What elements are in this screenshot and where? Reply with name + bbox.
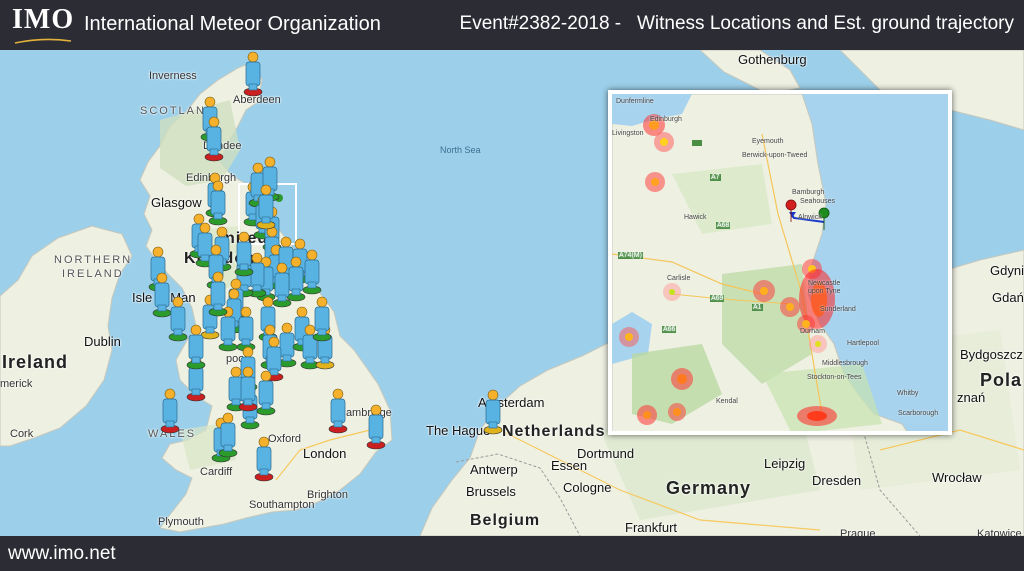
label-belgium: Belgium	[470, 512, 541, 529]
inset-label-hawick: Hawick	[684, 214, 707, 221]
inset-road-a7: A7	[710, 174, 721, 181]
inset-road-a69: A69	[710, 295, 725, 302]
label-antwerp: Antwerp	[470, 462, 518, 477]
inset-label-middlesbrough: Middlesbrough	[822, 360, 868, 367]
inset-label-dunfermline: Dunfermline	[616, 98, 654, 105]
label-gdansk: Gdań	[992, 290, 1024, 305]
label-dresden: Dresden	[812, 473, 862, 488]
inset-label-edinburgh: Edinburgh	[650, 116, 682, 123]
website-url[interactable]: www.imo.net	[8, 543, 116, 565]
inset-label-newcastle-1: Newcastle	[808, 280, 841, 287]
label-glasgow: Glasgow	[151, 195, 202, 210]
label-wroclaw: Wrocław	[932, 470, 982, 485]
inset-label-eyemouth: Eyemouth	[752, 138, 784, 145]
inset-label-stockton: Stockton-on-Tees	[807, 374, 862, 381]
label-poland: Pola	[980, 370, 1023, 390]
event-title: Event#2382-2018 - Witness Locations and …	[459, 13, 1014, 34]
label-the-hague: The Hague	[426, 423, 491, 438]
inset-base-layer	[612, 94, 908, 431]
witness-marker-icon[interactable]	[234, 231, 254, 277]
inset-label-sunderland: Sunderland	[820, 306, 856, 313]
imo-logo: IMO	[12, 4, 75, 35]
inset-road-a1: A1	[752, 304, 763, 311]
label-dublin: Dublin	[84, 334, 121, 349]
witness-marker-icon[interactable]	[208, 271, 228, 317]
inset-label-whitby: Whitby	[897, 390, 919, 397]
inset-label-scarborough: Scarborough	[898, 410, 939, 417]
label-gothenburg: Gothenburg	[738, 52, 807, 67]
label-brussels: Brussels	[466, 484, 516, 499]
inset-label-berwick: Berwick-upon-Tweed	[742, 152, 808, 159]
witness-marker-icon[interactable]	[366, 404, 386, 450]
label-frankfurt: Frankfurt	[625, 520, 678, 535]
label-inverness: Inverness	[149, 70, 197, 82]
label-southampton: Southampton	[249, 499, 315, 511]
witness-marker-icon[interactable]	[218, 412, 238, 458]
organization-name: International Meteor Organization	[84, 13, 381, 35]
inset-road-a66: A66	[662, 326, 677, 333]
witness-marker-icon[interactable]	[243, 51, 263, 97]
witness-marker-icon[interactable]	[483, 389, 503, 435]
label-germany: Germany	[666, 478, 752, 498]
footer-bar: www.imo.net	[0, 536, 1024, 571]
label-katowice: Katowice	[977, 528, 1022, 536]
witness-marker-icon[interactable]	[204, 116, 224, 162]
label-cork: Cork	[10, 428, 34, 440]
label-northern-ireland-1: NORTHERN	[54, 254, 133, 266]
inset-label-bamburgh: Bamburgh	[792, 189, 825, 196]
witness-marker-icon[interactable]	[256, 370, 276, 416]
label-plymouth: Plymouth	[158, 516, 204, 528]
inset-label-hartlepool: Hartlepool	[847, 340, 879, 347]
header-bar: IMO International Meteor Organization Ev…	[0, 0, 1024, 50]
logo-swoosh-icon	[14, 38, 72, 44]
witness-marker-icon[interactable]	[238, 366, 258, 412]
witness-marker-icon[interactable]	[312, 296, 332, 342]
label-essen: Essen	[551, 458, 588, 473]
label-cologne: Cologne	[563, 480, 612, 495]
inset-road-a68: A68	[716, 222, 731, 229]
witness-marker-icon[interactable]	[328, 388, 348, 434]
label-poznan: znań	[957, 390, 986, 405]
label-bydgoszcz: Bydgoszcz	[960, 347, 1023, 362]
witness-marker-icon[interactable]	[168, 296, 188, 342]
inset-road-a74m: A74(M)	[618, 252, 643, 259]
inset-label-carlisle: Carlisle	[667, 275, 691, 282]
label-northern-ireland-2: IRELAND	[62, 268, 124, 280]
label-netherlands: Netherlands	[502, 423, 606, 440]
label-leipzig: Leipzig	[764, 456, 806, 471]
inset-label-kendal: Kendal	[716, 398, 738, 405]
imo-event-graphic: IMO International Meteor Organization Ev…	[0, 0, 1024, 571]
inset-label-livingston: Livingston	[612, 130, 644, 137]
label-london: London	[303, 446, 347, 461]
label-ireland: Ireland	[2, 352, 69, 372]
witness-marker-icon[interactable]	[256, 184, 276, 230]
witness-marker-icon[interactable]	[254, 436, 274, 482]
label-cardiff: Cardiff	[200, 466, 233, 478]
label-limerick: merick	[0, 378, 33, 390]
inset-label-seahouses: Seahouses	[800, 198, 836, 205]
witness-marker-icon[interactable]	[208, 180, 228, 226]
label-gdynia: Gdynia	[990, 263, 1024, 278]
label-prague: Prague	[840, 528, 876, 536]
witness-marker-icon[interactable]	[160, 388, 180, 434]
label-north-sea: North Sea	[440, 145, 481, 155]
trajectory-inset-map[interactable]: Dunfermline Livingston Edinburgh Eyemout…	[608, 90, 952, 435]
europe-map[interactable]: Inverness Aberdeen SCOTLAND Dundee Edinb…	[0, 50, 1024, 536]
inset-label-durham: Durham	[800, 328, 825, 335]
inset-label-newcastle-2: upon Tyne	[808, 288, 841, 295]
witness-marker-icon[interactable]	[186, 324, 206, 370]
inset-label-alnwick: Alnwick	[798, 214, 822, 221]
